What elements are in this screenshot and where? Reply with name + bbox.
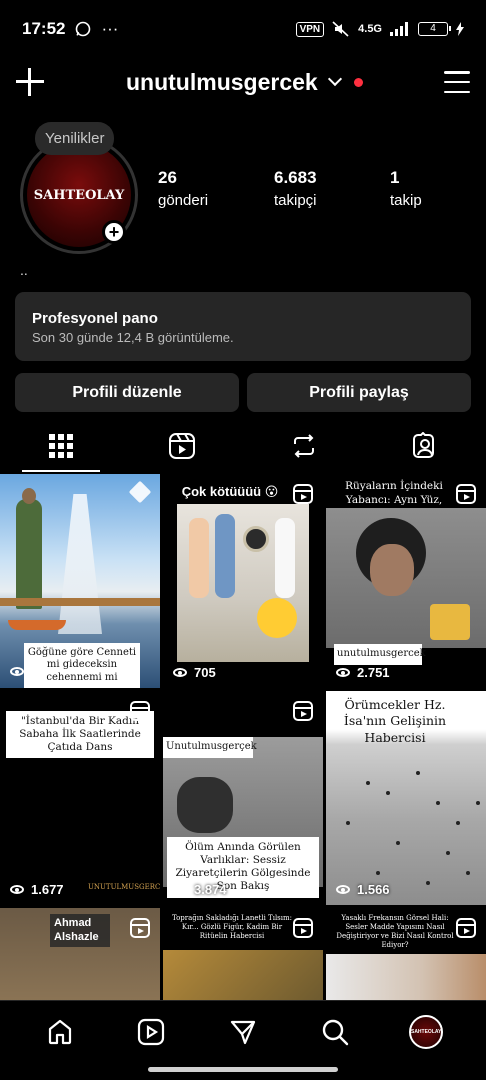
post-thumbnail[interactable]: Çok kötüüüü 😮 705 — [163, 474, 323, 688]
share-profile-button[interactable]: Profili paylaş — [247, 373, 471, 412]
profile-tabs — [0, 420, 486, 472]
post-thumbnail[interactable]: Yasaklı Frekansın Görsel Hali: Sesler Ma… — [326, 908, 486, 1002]
post-thumbnail[interactable]: "İstanbul'da Bir Kadın Sabaha İlk Saatle… — [0, 691, 160, 905]
post-caption: Ahmad Alshazle — [50, 914, 110, 947]
hamburger-menu-icon[interactable] — [444, 71, 470, 93]
nav-reels[interactable] — [121, 1002, 181, 1062]
more-dots: ··· — [101, 19, 119, 38]
username: unutulmusgercek — [126, 68, 318, 95]
stat-label: gönderi — [158, 192, 209, 209]
bottom-navigation: SAHTEOLAY — [0, 1000, 486, 1062]
view-count-text: 705 — [194, 665, 216, 680]
eye-icon — [173, 668, 187, 677]
chevron-down-icon — [327, 71, 342, 87]
tab-tagged[interactable] — [365, 420, 486, 472]
stat-followers[interactable]: 6.683 takipçi — [274, 168, 390, 209]
reel-icon — [293, 918, 313, 938]
post-thumbnail[interactable]: Göğüne göre Cenneti mi gideceksin cehenn… — [0, 474, 160, 688]
view-count-text: 3.874 — [194, 882, 227, 897]
clock: 17:52 — [22, 19, 66, 38]
pro-panel-title: Profesyonel pano — [32, 310, 158, 327]
tagged-icon — [413, 432, 435, 458]
post-tag: unutulmusgercek — [334, 644, 426, 665]
stat-label: takipçi — [274, 192, 317, 209]
mute-icon — [332, 21, 349, 37]
pro-panel-subtitle: Son 30 günde 12,4 B görüntüleme. — [32, 330, 234, 345]
post-caption: Göğüne göre Cenneti mi gideceksin cehenn… — [24, 642, 140, 688]
view-count-text: 2.751 — [357, 665, 390, 680]
nav-search[interactable] — [305, 1002, 365, 1062]
note-bubble[interactable]: Yenilikler — [35, 122, 115, 155]
stat-following[interactable]: 1 takip — [390, 168, 486, 209]
whatsapp-icon — [76, 21, 91, 37]
view-count: 1.566 — [336, 882, 390, 897]
notification-dot — [353, 77, 363, 87]
view-count-text: 1.566 — [357, 882, 390, 897]
repost-icon — [293, 434, 314, 458]
home-indicator[interactable] — [148, 1067, 338, 1072]
reel-icon — [293, 701, 313, 721]
post-thumbnail[interactable]: Unutulmusgerçek Ölüm Anında Görülen Varl… — [163, 691, 323, 905]
post-caption: Çok kötüüüü 😮 — [181, 484, 279, 499]
view-count: 2.751 — [336, 665, 390, 680]
professional-dashboard[interactable]: Profesyonel pano Son 30 günde 12,4 B gör… — [15, 292, 471, 361]
post-grid: Göğüne göre Cenneti mi gideceksin cehenn… — [0, 474, 486, 1002]
vpn-icon: VPN — [295, 21, 325, 37]
reel-icon — [456, 484, 476, 504]
post-caption: Örümcekler Hz. İsa'nın Gelişinin Haberci… — [343, 697, 447, 745]
pin-icon — [128, 480, 152, 504]
edit-profile-button[interactable]: Profili düzenle — [15, 373, 239, 412]
search-icon — [322, 1019, 348, 1045]
stat-number: 6.683 — [274, 168, 317, 187]
profile-avatar-small: SAHTEOLAY — [409, 1014, 444, 1049]
profile-stats: 26 gönderi 6.683 takipçi 1 takip — [158, 168, 486, 209]
charging-icon — [456, 22, 464, 36]
eye-icon — [336, 885, 350, 894]
stat-number: 1 — [390, 168, 400, 187]
tab-reposts[interactable] — [243, 420, 365, 472]
nav-profile[interactable]: SAHTEOLAY — [396, 1002, 456, 1062]
nav-home[interactable] — [30, 1002, 90, 1062]
post-thumbnail[interactable]: Ahmad Alshazle — [0, 908, 160, 1002]
reel-icon — [456, 918, 476, 938]
eye-icon — [10, 667, 24, 676]
send-icon — [230, 1020, 256, 1044]
post-thumbnail[interactable]: Örümcekler Hz. İsa'nın Gelişinin Haberci… — [326, 691, 486, 905]
tab-posts[interactable] — [0, 420, 122, 472]
create-plus-icon[interactable] — [16, 68, 44, 96]
bio: .. — [20, 262, 28, 278]
add-story-icon[interactable]: + — [102, 220, 126, 244]
stat-number: 26 — [158, 168, 177, 187]
profile-header: unutulmusgercek — [0, 58, 486, 106]
view-count: 705 — [173, 665, 216, 680]
eye-icon — [336, 668, 350, 677]
signal-icon — [390, 22, 408, 36]
reels-icon — [138, 1018, 165, 1045]
reel-icon — [130, 918, 150, 938]
view-count-text: 1.677 — [31, 882, 64, 897]
reel-icon — [130, 701, 150, 721]
profile-actions: Profili düzenle Profili paylaş — [15, 373, 471, 412]
post-tag: Unutulmusgerçek — [163, 737, 257, 758]
post-thumbnail[interactable]: Rüyaların İçindeki Yabancı: Aynı Yüz, Fa… — [326, 474, 486, 688]
eye-icon — [10, 885, 24, 894]
account-switcher[interactable]: unutulmusgercek — [126, 69, 363, 96]
network-label: 4.5G — [358, 23, 382, 35]
status-bar: 17:52 ··· VPN 4.5G 4 — [0, 0, 486, 58]
stat-label: takip — [390, 192, 422, 209]
eye-icon — [173, 885, 187, 894]
view-count: 1.677 — [10, 882, 64, 897]
reel-icon — [293, 484, 313, 504]
nav-messages[interactable] — [213, 1002, 273, 1062]
reels-icon — [169, 433, 196, 459]
view-count: 3.874 — [173, 882, 227, 897]
post-tag: UNUTULMUSGERCE — [88, 883, 160, 891]
grid-icon — [48, 434, 73, 458]
tab-reels[interactable] — [122, 420, 244, 472]
post-thumbnail[interactable]: Toprağın Sakladığı Lanetli Tılsım: Kır..… — [163, 908, 323, 1002]
home-icon — [48, 1019, 71, 1044]
battery-icon: 4 — [418, 22, 451, 36]
stat-posts[interactable]: 26 gönderi — [158, 168, 274, 209]
